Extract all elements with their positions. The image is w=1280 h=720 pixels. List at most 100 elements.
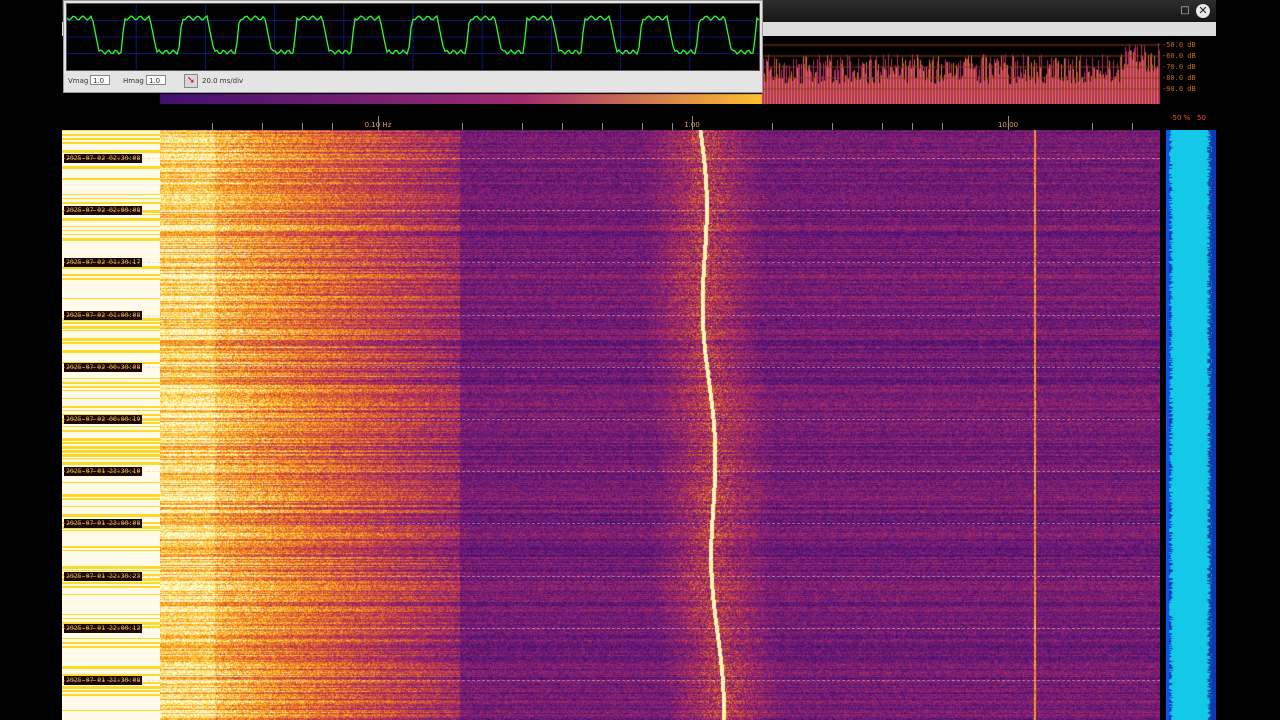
timestamp-stripe (62, 390, 160, 391)
axis-tick (942, 123, 943, 130)
timestamp-stripe (62, 378, 160, 379)
freq-label: 0.10 Hz (364, 121, 392, 129)
timestamp-stripe (62, 326, 160, 329)
axis-tick (522, 123, 523, 130)
timestamp-stripe (62, 458, 160, 459)
axis-tick (642, 123, 643, 130)
axis-tick (602, 123, 603, 130)
axis-tick (562, 123, 563, 130)
timestamp-divider (62, 575, 1160, 577)
axis-tick (672, 123, 673, 130)
waterfall-display (160, 130, 1160, 720)
axis-tick (1092, 123, 1093, 130)
db-label: -50.0 dB (1162, 41, 1196, 49)
timestamp-stripe (62, 202, 160, 204)
timestamp-stripe (62, 586, 160, 588)
timestamp-stripe (62, 142, 160, 144)
hmag-label: Hmag (123, 77, 144, 85)
timestamp-stripe (62, 138, 160, 140)
level-histogram (1166, 130, 1212, 720)
timestamp-stripe (62, 194, 160, 195)
timestamp-divider (62, 262, 1160, 264)
timestamp-stripe (62, 454, 160, 457)
axis-tick (1132, 123, 1133, 130)
timestamp-divider (62, 419, 1160, 420)
timestamp-stripe (62, 234, 160, 235)
vmag-label: Vmag (68, 77, 89, 85)
timestamp-stripe (62, 710, 160, 711)
timestamp-divider (62, 627, 1160, 629)
timestamp-stripe (62, 494, 160, 497)
timestamp-stripe (62, 398, 160, 399)
timestamp-stripe (62, 582, 160, 584)
hmag-input[interactable]: 1.0 (146, 75, 166, 85)
timestamp-stripe (62, 646, 160, 648)
timestamp-stripe (62, 482, 160, 483)
vmag-input[interactable]: 1.0 (90, 75, 110, 85)
timestamp-divider (62, 314, 1160, 316)
timestamp-divider (62, 523, 1160, 525)
timestamp-stripe (62, 350, 160, 353)
timestamp-stripe (62, 686, 160, 689)
timestamp-stripe (62, 342, 160, 344)
timestamp-stripe (62, 130, 160, 131)
timestamp-stripe (62, 618, 160, 619)
timestamp-stripe (62, 134, 160, 136)
timestamp-divider (62, 158, 1160, 159)
axis-tick (772, 123, 773, 130)
axis-tick (302, 123, 303, 130)
oscilloscope-plot (66, 3, 760, 71)
timestamp-stripe (62, 546, 160, 548)
axis-tick (912, 123, 913, 130)
db-label: -90.0 dB (1162, 85, 1196, 93)
spectrogram-app: □ ✕ -50.0 dB -60.0 dB -70.0 dB -80.0 dB … (62, 0, 1216, 720)
timestamp-column: 2025-07-02 02:30:08 2025-07-02 02:00:08 20… (62, 130, 160, 720)
timestamp-stripe (62, 498, 160, 500)
timestamp-stripe (62, 430, 160, 432)
timestamp-stripe (62, 218, 160, 221)
timestamp-stripe (62, 594, 160, 595)
timestamp-stripe (62, 426, 160, 427)
timestamp-stripe (62, 382, 160, 384)
timestamp-stripe (62, 438, 160, 441)
timestamp-stripe (62, 450, 160, 453)
timestamp-stripe (62, 298, 160, 299)
freq-label: 10.00 (997, 121, 1019, 129)
right-scale-strip (1212, 130, 1216, 720)
timestamp-stripe (62, 226, 160, 227)
timestamp-stripe (62, 330, 160, 331)
axis-tick (462, 123, 463, 130)
timestamp-stripe (62, 514, 160, 517)
timestamp-divider (62, 366, 1160, 368)
close-icon[interactable]: ✕ (1196, 4, 1210, 18)
timebase-label: 20.0 ms/div (202, 77, 244, 85)
timestamp-stripe (62, 694, 160, 696)
axis-tick (262, 123, 263, 130)
waterfall-canvas (160, 130, 1160, 720)
db-label: -70.0 dB (1162, 63, 1196, 71)
frequency-axis: 0.10 Hz 1.00 10.00 -50 % 50 (62, 104, 1216, 130)
freq-label: 1.00 (684, 121, 700, 129)
level-histogram-edge (1166, 130, 1169, 720)
oscilloscope-window: Vmag 1.0 Hmag 1.0 ➘ 20.0 ms/div (63, 0, 763, 93)
db-label: -60.0 dB (1162, 52, 1196, 60)
timestamp-stripe (62, 442, 160, 444)
timestamp-stripe (62, 386, 160, 388)
level-histogram-canvas (1166, 130, 1212, 720)
timestamp-stripe (62, 506, 160, 507)
probe-arrow-icon[interactable]: ➘ (184, 74, 198, 88)
axis-tick (832, 123, 833, 130)
timestamp-stripe (62, 614, 160, 615)
oscilloscope-svg (66, 4, 760, 70)
axis-tick (212, 123, 213, 130)
timestamp-stripe (62, 178, 160, 180)
db-label: -80.0 dB (1162, 74, 1196, 82)
axis-tick (332, 123, 333, 130)
axis-tick (882, 123, 883, 130)
timestamp-divider (62, 210, 1160, 212)
timestamp-stripe (62, 338, 160, 341)
timestamp-stripe (62, 690, 160, 692)
timestamp-stripe (62, 230, 160, 231)
maximize-icon[interactable]: □ (1178, 4, 1192, 18)
timestamp-stripe (62, 150, 160, 153)
